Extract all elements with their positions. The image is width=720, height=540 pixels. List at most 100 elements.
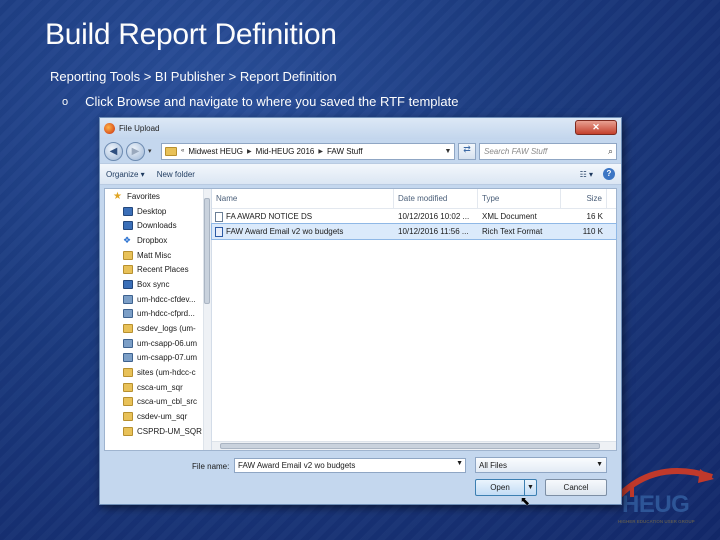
chevron-down-icon[interactable]: ▼ xyxy=(456,460,463,467)
nav-item[interactable]: csca-um_sqr xyxy=(105,380,211,395)
cancel-button[interactable]: Cancel xyxy=(545,479,607,496)
column-header-type[interactable]: Type xyxy=(478,189,561,208)
nav-item-label: Desktop xyxy=(137,206,167,216)
nav-item[interactable]: um-csapp-07.um xyxy=(105,351,211,366)
firefox-icon xyxy=(104,123,115,134)
nav-item-label: um-csapp-06.um xyxy=(137,338,198,348)
forward-button[interactable]: ▶ xyxy=(126,141,145,161)
network-drive-icon xyxy=(123,353,133,363)
folder-icon xyxy=(165,146,177,156)
nav-item-label: csdev_logs (um- xyxy=(137,324,196,334)
nav-item-label: um-hdcc-cfprd... xyxy=(137,309,195,319)
nav-item-label: Downloads xyxy=(137,221,177,231)
horizontal-scrollbar[interactable] xyxy=(212,441,616,450)
mouse-cursor-icon: ⬉ xyxy=(520,494,531,508)
chevron-down-icon[interactable]: ▼ xyxy=(524,480,536,495)
desktop-icon xyxy=(123,206,133,216)
file-row-selected[interactable]: FAW Award Email v2 wo budgets 10/12/2016… xyxy=(211,223,617,240)
nav-item[interactable]: um-csapp-06.um xyxy=(105,336,211,351)
help-icon[interactable]: ? xyxy=(603,168,615,180)
nav-item[interactable]: um-hdcc-cfprd... xyxy=(105,307,211,322)
chevron-icon: « xyxy=(181,148,185,154)
address-segment[interactable]: FAW Stuff xyxy=(327,147,363,156)
folder-icon xyxy=(123,250,133,260)
network-drive-icon xyxy=(123,294,133,304)
search-icon[interactable]: ⌕ xyxy=(608,146,613,157)
nav-item-label: Matt Misc xyxy=(137,250,172,260)
nav-item[interactable]: csca-um_cbl_src xyxy=(105,395,211,410)
scrollbar-thumb[interactable] xyxy=(204,198,210,304)
nav-item-label: um-hdcc-cfdev... xyxy=(137,294,196,304)
vertical-scrollbar[interactable] xyxy=(203,189,211,450)
chevron-right-icon[interactable]: ▶ xyxy=(247,148,252,155)
new-folder-button[interactable]: New folder xyxy=(157,170,195,179)
close-button[interactable]: ✕ xyxy=(575,120,617,135)
bullet-text: Click Browse and navigate to where you s… xyxy=(85,94,459,109)
nav-item[interactable]: um-hdcc-cfdev... xyxy=(105,292,211,307)
refresh-button[interactable]: ⇄ xyxy=(458,142,476,160)
file-upload-dialog: File Upload ✕ ◀ ▶ ▾ « Midwest HEUG ▶ Mid… xyxy=(99,117,622,508)
file-type-value: All Files xyxy=(479,461,508,470)
network-drive-icon xyxy=(123,309,133,319)
address-field[interactable]: « Midwest HEUG ▶ Mid-HEUG 2016 ▶ FAW Stu… xyxy=(161,142,455,160)
nav-item[interactable]: Box sync xyxy=(105,277,211,292)
file-size: 110 K xyxy=(582,227,603,236)
column-header-size[interactable]: Size xyxy=(561,189,607,208)
nav-item[interactable]: ❖ Dropbox xyxy=(105,233,211,248)
column-header-row: Name Date modified Type Size xyxy=(212,189,616,209)
file-row[interactable]: FA AWARD NOTICE DS 10/12/2016 10:02 ... … xyxy=(212,209,616,224)
folder-icon xyxy=(123,412,133,422)
address-segment[interactable]: Midwest HEUG xyxy=(188,147,243,156)
column-header-name[interactable]: Name xyxy=(212,189,394,208)
nav-item[interactable]: ★ Favorites xyxy=(105,189,211,204)
file-name: FA AWARD NOTICE DS xyxy=(226,212,313,221)
nav-item-label: Box sync xyxy=(137,279,170,289)
recent-locations-icon[interactable]: ▾ xyxy=(148,147,158,155)
nav-item[interactable]: Desktop xyxy=(105,204,211,219)
organize-button[interactable]: Organize ▾ xyxy=(106,170,145,179)
nav-item[interactable]: Recent Places xyxy=(105,262,211,277)
folder-icon xyxy=(123,324,133,334)
dropbox-icon: ❖ xyxy=(123,234,132,245)
bullet-item: o Click Browse and navigate to where you… xyxy=(62,94,458,110)
nav-item[interactable]: CSPRD-UM_SQR xyxy=(105,424,211,439)
nav-item[interactable]: sites (um-hdcc-c xyxy=(105,365,211,380)
folder-icon xyxy=(123,382,133,392)
box-sync-icon xyxy=(123,279,133,289)
nav-item[interactable]: Downloads xyxy=(105,218,211,233)
logo-wordmark: HEUG xyxy=(622,491,690,518)
back-button[interactable]: ◀ xyxy=(104,141,123,161)
scrollbar-thumb[interactable] xyxy=(220,443,600,449)
file-type-select[interactable]: All Files ▼ xyxy=(475,457,607,473)
file-name-input[interactable]: FAW Award Email v2 wo budgets ▼ xyxy=(234,458,466,473)
star-icon: ★ xyxy=(113,190,122,202)
column-header-date[interactable]: Date modified xyxy=(394,189,478,208)
file-date: 10/12/2016 10:02 ... xyxy=(398,212,470,221)
rtf-file-icon xyxy=(215,226,223,237)
address-bar: ◀ ▶ ▾ « Midwest HEUG ▶ Mid-HEUG 2016 ▶ F… xyxy=(100,139,621,163)
nav-item-label: csca-um_cbl_src xyxy=(137,397,198,407)
file-list: Name Date modified Type Size FA AWARD NO… xyxy=(211,189,617,450)
dialog-title: File Upload xyxy=(119,124,160,133)
file-size: 16 K xyxy=(586,212,603,221)
change-view-button[interactable]: ☷ ▾ xyxy=(580,170,593,179)
nav-item-label: Recent Places xyxy=(137,265,189,275)
slide: Build Report Definition Reporting Tools … xyxy=(0,0,720,540)
navigation-pane: ★ Favorites Desktop Downloads ❖ Dropbox Matt M… xyxy=(105,189,212,450)
dialog-titlebar[interactable]: File Upload ✕ xyxy=(100,118,621,139)
file-date: 10/12/2016 11:56 ... xyxy=(398,227,469,236)
chevron-down-icon[interactable]: ▼ xyxy=(442,148,454,155)
downloads-icon xyxy=(123,221,133,231)
logo-subtitle: HIGHER EDUCATION USER GROUP xyxy=(618,519,695,524)
chevron-down-icon: ▼ xyxy=(596,461,603,468)
address-segment[interactable]: Mid-HEUG 2016 xyxy=(256,147,315,156)
search-input[interactable]: Search FAW Stuff ⌕ xyxy=(479,142,617,160)
chevron-right-icon[interactable]: ▶ xyxy=(318,148,323,155)
heug-logo: HEUG HIGHER EDUCATION USER GROUP xyxy=(612,455,720,540)
nav-item[interactable]: csdev_logs (um- xyxy=(105,321,211,336)
nav-item[interactable]: csdev-um_sqr xyxy=(105,409,211,424)
nav-item[interactable]: Matt Misc xyxy=(105,248,211,263)
breadcrumb: Reporting Tools > BI Publisher > Report … xyxy=(50,69,337,84)
dialog-footer: File name: FAW Award Email v2 wo budgets… xyxy=(100,454,621,508)
folder-icon xyxy=(123,397,133,407)
